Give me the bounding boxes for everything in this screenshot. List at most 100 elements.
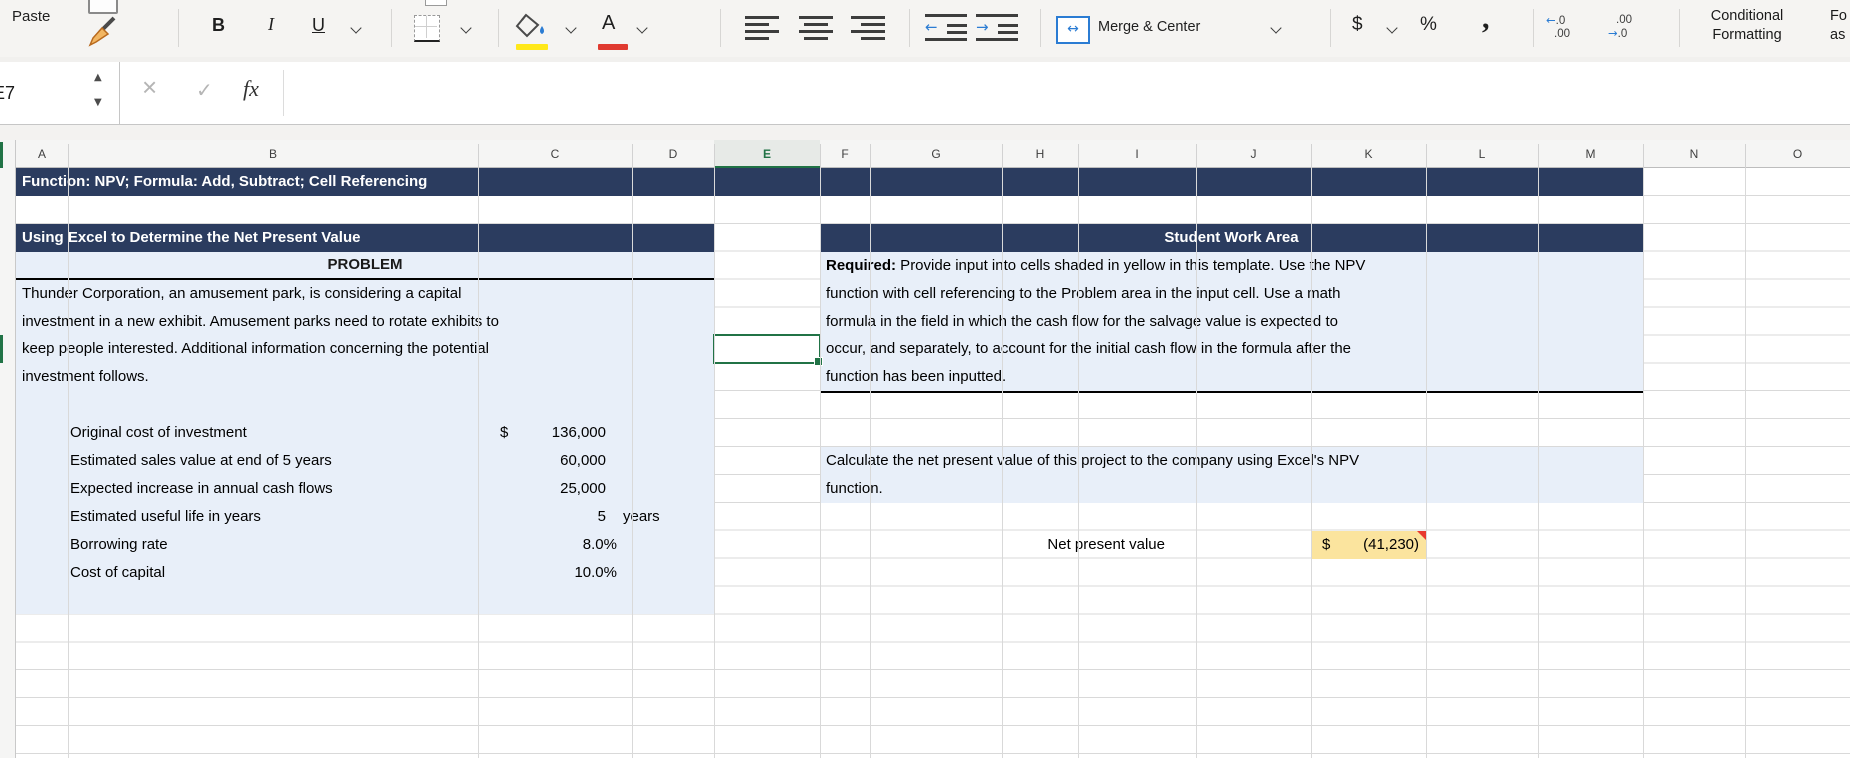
borders-dropdown-chevron-icon[interactable] xyxy=(460,22,472,34)
row-value: 10.0% xyxy=(574,564,617,581)
stepper-up-icon: ▲ xyxy=(94,72,102,83)
fill-handle[interactable] xyxy=(814,357,823,366)
gridline xyxy=(820,168,821,758)
borders-icon[interactable] xyxy=(414,15,440,42)
problem-text-line: investment in a new exhibit. Amusement p… xyxy=(22,313,499,330)
stepper-down-icon: ▼ xyxy=(94,97,102,108)
format-painter-icon[interactable] xyxy=(84,14,122,48)
align-center-icon[interactable] xyxy=(799,16,833,40)
column-divider xyxy=(1002,144,1003,168)
npv-input-cell[interactable]: $ (41,230) xyxy=(1311,531,1426,559)
gridline xyxy=(1196,168,1197,758)
column-header-d[interactable]: D xyxy=(632,140,714,168)
column-header-j[interactable]: J xyxy=(1196,140,1311,168)
name-box[interactable]: E7 ▲ ▼ xyxy=(0,62,120,125)
gridline xyxy=(478,168,479,758)
cell-problem-section-header[interactable]: Using Excel to Determine the Net Present… xyxy=(16,224,714,252)
column-header-e[interactable]: E xyxy=(714,140,820,168)
percent-format-button[interactable]: % xyxy=(1420,14,1437,36)
currency-format-button[interactable]: $ xyxy=(1352,14,1363,36)
gridline xyxy=(714,168,715,758)
required-label: Required: xyxy=(826,257,897,274)
name-box-stepper[interactable]: ▲ ▼ xyxy=(94,72,102,108)
merge-dropdown-chevron-icon[interactable] xyxy=(1270,22,1282,34)
row-value: 60,000 xyxy=(560,452,606,469)
table-row[interactable]: Expected increase in annual cash flows 2… xyxy=(16,475,714,503)
separator xyxy=(178,9,179,47)
row-suffix: years xyxy=(623,508,660,525)
column-divider xyxy=(1078,144,1079,168)
problem-text-line: investment follows. xyxy=(22,368,149,385)
row-label: Cost of capital xyxy=(70,564,166,581)
row-label: Estimated useful life in years xyxy=(70,508,261,525)
gridline xyxy=(1538,168,1539,758)
fill-dropdown-chevron-icon[interactable] xyxy=(565,22,577,34)
task-text-line: function. xyxy=(826,480,883,497)
format-as-table-button[interactable]: Fo as xyxy=(1830,7,1850,45)
column-header-i[interactable]: I xyxy=(1078,140,1196,168)
column-header-c[interactable]: C xyxy=(478,140,632,168)
gridline xyxy=(632,168,633,758)
required-area[interactable]: Required: Provide input into cells shade… xyxy=(820,252,1643,393)
column-header-f[interactable]: F xyxy=(820,140,870,168)
column-divider xyxy=(1311,144,1312,168)
gridline xyxy=(68,168,69,758)
cancel-icon[interactable]: × xyxy=(142,72,157,103)
column-header-a[interactable]: A xyxy=(16,140,68,168)
table-row[interactable]: Borrowing rate 8.0% xyxy=(16,531,714,559)
column-divider xyxy=(1196,144,1197,168)
column-header-o[interactable]: O xyxy=(1745,140,1850,168)
npv-value: (41,230) xyxy=(1363,536,1419,553)
align-left-icon[interactable] xyxy=(745,16,779,44)
formula-input[interactable] xyxy=(120,62,1850,125)
separator xyxy=(1040,9,1041,47)
column-header-b[interactable]: B xyxy=(68,140,478,168)
paste-button[interactable]: Paste xyxy=(12,8,50,25)
table-row[interactable]: Estimated useful life in years 5 years xyxy=(16,503,714,531)
comma-format-button[interactable]: , xyxy=(1482,2,1490,36)
task-area[interactable]: Calculate the net present value of this … xyxy=(820,447,1643,503)
table-row[interactable]: Estimated sales value at end of 5 years … xyxy=(16,447,714,475)
decrease-indent-icon[interactable]: ← xyxy=(925,14,967,42)
column-divider xyxy=(820,144,821,168)
row-value: 5 xyxy=(597,508,606,525)
column-header-h[interactable]: H xyxy=(1002,140,1078,168)
separator xyxy=(391,9,392,47)
align-right-icon[interactable] xyxy=(851,16,885,44)
row-header-strip[interactable] xyxy=(0,140,16,758)
row-label: Estimated sales value at end of 5 years xyxy=(70,452,332,469)
merge-center-icon[interactable]: ↔ xyxy=(1056,16,1090,44)
gridline xyxy=(1002,168,1003,758)
cell-work-area-header[interactable]: Student Work Area xyxy=(820,224,1643,252)
underline-dropdown-chevron-icon[interactable] xyxy=(350,22,362,34)
table-row[interactable]: Original cost of investment $ 136,000 xyxy=(16,419,714,447)
fill-color-icon[interactable] xyxy=(512,12,550,42)
table-row[interactable]: Cost of capital 10.0% xyxy=(16,559,714,587)
increase-indent-icon[interactable]: → xyxy=(976,14,1018,42)
enter-icon[interactable]: ✓ xyxy=(196,78,213,102)
column-divider xyxy=(478,144,479,168)
merge-center-button[interactable]: Merge & Center xyxy=(1098,19,1200,35)
italic-button[interactable]: I xyxy=(268,14,274,35)
currency-dropdown-chevron-icon[interactable] xyxy=(1386,22,1398,34)
column-header-m[interactable]: M xyxy=(1538,140,1643,168)
font-color-icon[interactable]: A xyxy=(602,12,615,35)
decrease-decimal-button[interactable]: ←.0 .00 xyxy=(1546,14,1570,41)
column-divider xyxy=(632,144,633,168)
increase-decimal-button[interactable]: .00 →.0 xyxy=(1608,14,1632,41)
column-header-k[interactable]: K xyxy=(1311,140,1426,168)
gridline xyxy=(1643,168,1644,758)
insert-function-icon[interactable]: fx xyxy=(243,76,259,102)
column-header-n[interactable]: N xyxy=(1643,140,1745,168)
cell-npv-label[interactable]: Net present value xyxy=(1000,531,1165,559)
conditional-formatting-button[interactable]: Conditional Formatting xyxy=(1690,7,1804,45)
cell-banner-title[interactable]: Function: NPV; Formula: Add, Subtract; C… xyxy=(16,168,1643,196)
column-header-g[interactable]: G xyxy=(870,140,1002,168)
underline-button[interactable]: U xyxy=(312,15,325,36)
cell-problem-subheader[interactable]: PROBLEM xyxy=(16,252,714,280)
column-divider xyxy=(1745,144,1746,168)
column-header-l[interactable]: L xyxy=(1426,140,1538,168)
bold-button[interactable]: B xyxy=(212,15,225,36)
font-color-dropdown-chevron-icon[interactable] xyxy=(636,22,648,34)
separator xyxy=(1679,9,1680,47)
